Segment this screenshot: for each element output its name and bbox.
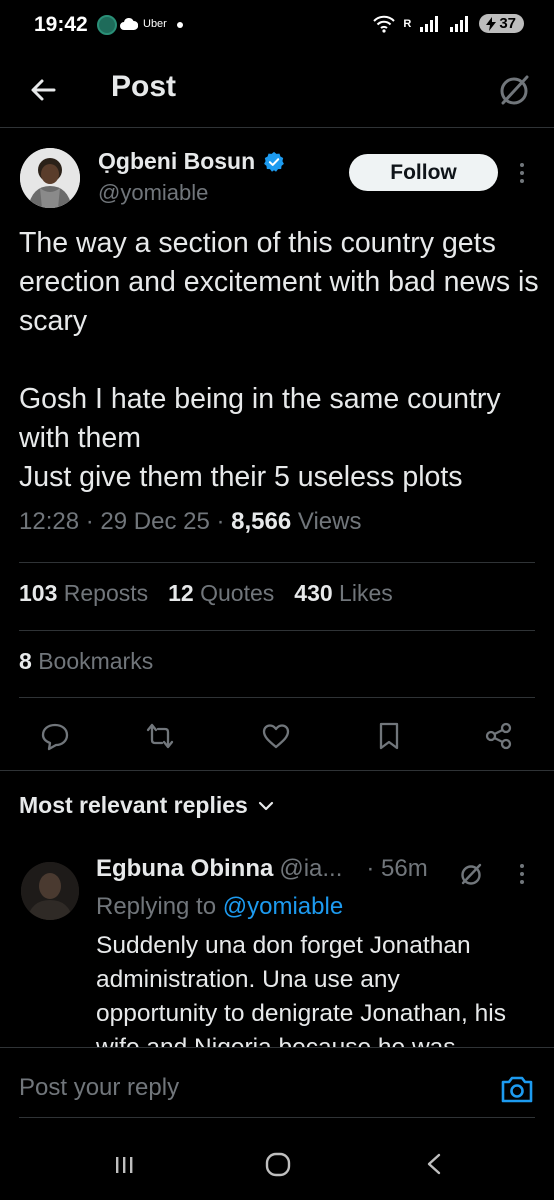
bookmarks-stat[interactable]: 8 Bookmarks	[19, 648, 153, 675]
author-avatar[interactable]	[20, 148, 80, 208]
likes-stat[interactable]: 430 Likes	[294, 580, 392, 607]
app-notification-icon	[97, 15, 117, 35]
repost-button[interactable]	[145, 721, 175, 751]
quotes-count: 12	[168, 580, 194, 606]
reposts-count: 103	[19, 580, 58, 606]
battery-indicator: 37	[479, 14, 524, 33]
network-type-label: R	[403, 17, 412, 30]
reply-input[interactable]: Post your reply	[19, 1074, 179, 1102]
grok-icon	[500, 75, 529, 105]
heart-icon	[262, 724, 290, 749]
battery-level: 37	[499, 15, 516, 32]
replying-to-line: Replying to @yomiable	[96, 893, 343, 921]
back-button[interactable]	[24, 70, 64, 110]
reply-grok-button[interactable]	[457, 860, 485, 888]
like-button[interactable]	[261, 721, 291, 751]
author-avatar-image	[20, 148, 80, 208]
recent-apps-button[interactable]	[104, 1149, 144, 1179]
bookmark-button[interactable]	[374, 721, 404, 751]
composer-divider	[19, 1117, 535, 1118]
grok-icon	[461, 863, 482, 885]
signal-icon	[420, 15, 439, 32]
status-time: 19:42	[34, 13, 88, 36]
tweet-action-bar	[0, 713, 554, 757]
reply-icon	[41, 723, 69, 751]
engagement-stats: 103 Reposts 12 Quotes 430 Likes	[19, 580, 393, 607]
more-vertical-icon	[520, 864, 524, 884]
camera-button[interactable]	[499, 1073, 535, 1105]
home-icon	[265, 1152, 291, 1177]
replies-sort-dropdown[interactable]: Most relevant replies	[19, 792, 274, 819]
likes-count: 430	[294, 580, 333, 606]
reply-author-handle[interactable]: @ia...	[279, 855, 342, 883]
reposts-stat[interactable]: 103 Reposts	[19, 580, 148, 607]
author-name[interactable]: Ọgbeni Bosun	[98, 148, 255, 175]
status-bar: 19:42 Uber R 37	[0, 0, 554, 52]
recent-apps-icon	[116, 1157, 133, 1173]
replying-to-prefix: Replying to	[96, 893, 217, 920]
share-icon	[485, 722, 512, 750]
views-label: Views	[297, 508, 362, 535]
signal-icon-2	[450, 15, 469, 32]
replying-to-mention[interactable]: @yomiable	[223, 893, 343, 920]
tweet-time: 12:28	[19, 508, 80, 535]
author-handle[interactable]: @yomiable	[98, 180, 208, 206]
camera-icon	[501, 1076, 533, 1103]
reply-composer: Post your reply	[0, 1047, 554, 1137]
chevron-down-icon	[258, 801, 273, 810]
reply-avatar[interactable]	[21, 862, 79, 920]
verified-badge-icon	[264, 151, 285, 172]
divider	[19, 630, 535, 631]
chevron-left-icon	[427, 1153, 441, 1175]
reposts-label: Reposts	[63, 580, 149, 606]
wifi-icon	[373, 15, 396, 33]
repost-icon	[146, 723, 174, 749]
quotes-label: Quotes	[200, 580, 275, 606]
bookmark-icon	[379, 722, 399, 750]
home-button[interactable]	[258, 1149, 298, 1179]
reply-author-name[interactable]: Egbuna Obinna	[96, 855, 273, 883]
uber-notification-label: Uber	[143, 18, 167, 30]
likes-label: Likes	[339, 580, 393, 606]
arrow-left-icon	[31, 79, 56, 101]
reply-header: Egbuna Obinna @ia... · 56m	[96, 855, 428, 883]
reply-text: Suddenly una don forget Jonathan adminis…	[96, 932, 506, 1049]
cloud-icon	[120, 17, 139, 31]
reply-avatar-image	[21, 862, 79, 920]
page-title: Post	[111, 70, 177, 103]
reply-time: · 56m	[366, 855, 428, 882]
tweet-date: 29 Dec 25	[100, 508, 210, 535]
notification-dot-icon	[177, 22, 183, 28]
replies-sort-label: Most relevant replies	[19, 792, 248, 818]
tweet-meta: 12:28 · 29 Dec 25 · 8,566 Views	[19, 508, 362, 535]
bookmarks-count: 8	[19, 648, 32, 674]
grok-button[interactable]	[494, 70, 534, 110]
follow-button[interactable]: Follow	[349, 154, 498, 191]
tweet-text: The way a section of this country gets e…	[19, 227, 539, 493]
divider	[19, 697, 535, 698]
more-options-button[interactable]	[515, 160, 529, 186]
views-count: 8,566	[231, 508, 292, 535]
system-back-button[interactable]	[414, 1149, 454, 1179]
system-nav-bar	[0, 1137, 554, 1200]
reply-button[interactable]	[40, 721, 70, 751]
share-button[interactable]	[484, 721, 514, 751]
divider	[19, 562, 535, 563]
bookmarks-label: Bookmarks	[38, 648, 154, 674]
section-divider	[0, 770, 554, 771]
top-app-bar: Post	[0, 52, 554, 128]
author-name-row[interactable]: Ọgbeni Bosun	[98, 148, 285, 175]
reply-more-options-button[interactable]	[515, 862, 529, 886]
quotes-stat[interactable]: 12 Quotes	[168, 580, 274, 607]
charging-icon	[486, 16, 497, 31]
more-vertical-icon	[520, 163, 524, 183]
